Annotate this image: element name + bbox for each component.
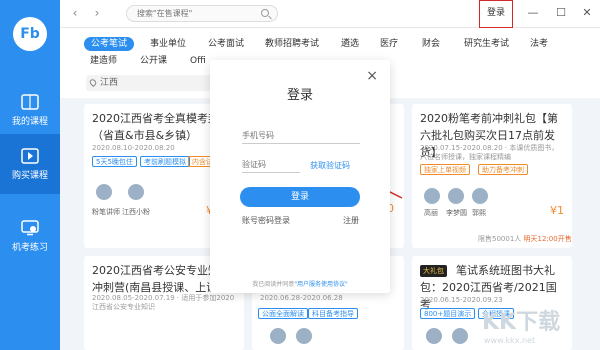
agreement-text: 我已阅读并同意"用户服务使用协议" (220, 279, 380, 288)
agreement-prefix: 我已阅读并同意 (252, 281, 295, 288)
password-login-link[interactable]: 账号密码登录 (242, 215, 290, 226)
code-input[interactable] (242, 157, 300, 171)
phone-field (242, 128, 360, 144)
login-button[interactable]: 登录 (240, 187, 360, 207)
agreement-link[interactable]: "用户服务使用协议" (294, 281, 348, 288)
register-link[interactable]: 注册 (343, 215, 359, 226)
get-code-button[interactable]: 获取验证码 (310, 160, 350, 171)
code-field (242, 157, 300, 173)
dialog-title: 登录 (286, 88, 313, 103)
login-dialog: × 登录 获取验证码 登录 账号密码登录 注册 我已阅读并同意"用户服务使用协议… (210, 60, 390, 293)
phone-input[interactable] (242, 128, 360, 142)
close-icon[interactable]: × (366, 68, 378, 84)
